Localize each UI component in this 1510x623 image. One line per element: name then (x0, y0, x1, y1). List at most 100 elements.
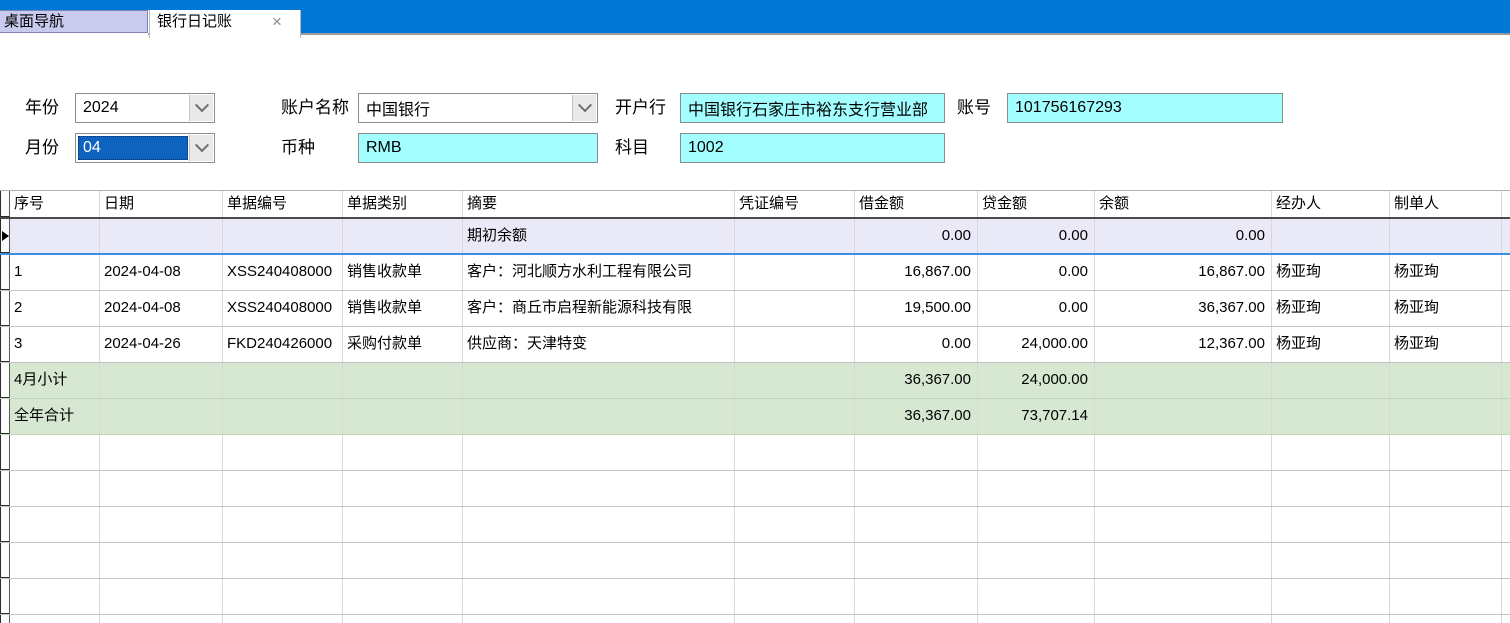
table-cell[interactable] (1272, 363, 1390, 398)
table-cell[interactable] (735, 291, 855, 326)
table-cell[interactable] (735, 219, 855, 253)
table-cell[interactable] (1272, 579, 1390, 614)
month-select[interactable]: 04 (75, 133, 215, 163)
table-cell[interactable]: 0.00 (978, 255, 1095, 290)
table-cell[interactable] (223, 435, 343, 470)
table-cell[interactable] (100, 399, 223, 434)
table-cell[interactable] (1390, 543, 1502, 578)
table-cell[interactable] (978, 507, 1095, 542)
table-cell[interactable] (10, 219, 100, 253)
table-cell[interactable] (1095, 435, 1272, 470)
table-cell[interactable] (343, 435, 463, 470)
column-header-1[interactable]: 序号 (10, 191, 100, 217)
table-cell[interactable]: 0.00 (1095, 219, 1272, 253)
year-input[interactable] (76, 94, 196, 122)
table-cell[interactable] (10, 435, 100, 470)
table-cell[interactable]: 客户：商丘市启程新能源科技有限 (463, 291, 735, 326)
table-cell[interactable] (855, 507, 978, 542)
table-cell[interactable]: 16,867.00 (855, 255, 978, 290)
table-cell[interactable] (343, 471, 463, 506)
table-cell[interactable]: XSS240408000 (223, 255, 343, 290)
table-cell[interactable]: 36,367.00 (855, 363, 978, 398)
table-cell[interactable] (10, 507, 100, 542)
table-cell[interactable]: 销售收款单 (343, 255, 463, 290)
table-cell[interactable]: 销售收款单 (343, 291, 463, 326)
table-cell[interactable]: 0.00 (978, 291, 1095, 326)
table-cell[interactable]: 1 (10, 255, 100, 290)
year-select[interactable] (75, 93, 215, 123)
table-cell[interactable]: 0.00 (978, 219, 1095, 253)
table-cell[interactable] (1095, 507, 1272, 542)
table-cell[interactable] (978, 471, 1095, 506)
table-cell[interactable] (223, 579, 343, 614)
table-cell[interactable] (1390, 471, 1502, 506)
table-cell[interactable] (1095, 363, 1272, 398)
table-cell[interactable] (1390, 435, 1502, 470)
table-cell[interactable] (1390, 399, 1502, 434)
table-cell[interactable]: 杨亚珣 (1390, 291, 1502, 326)
row-selector-cell[interactable] (0, 219, 10, 253)
table-cell[interactable] (735, 255, 855, 290)
table-cell[interactable] (463, 363, 735, 398)
month-selected-value[interactable]: 04 (78, 136, 188, 160)
column-header-6[interactable]: 凭证编号 (735, 191, 855, 217)
table-cell[interactable]: 24,000.00 (978, 327, 1095, 362)
column-header-5[interactable]: 摘要 (463, 191, 735, 217)
table-cell[interactable] (1390, 363, 1502, 398)
column-header-9[interactable]: 余额 (1095, 191, 1272, 217)
column-header-3[interactable]: 单据编号 (223, 191, 343, 217)
table-cell[interactable] (1390, 219, 1502, 253)
table-cell[interactable]: XSS240408000 (223, 291, 343, 326)
column-header-10[interactable]: 经办人 (1272, 191, 1390, 217)
year-dropdown-button[interactable] (189, 95, 213, 121)
table-cell[interactable] (735, 543, 855, 578)
table-cell[interactable] (463, 579, 735, 614)
row-selector-cell[interactable] (0, 399, 10, 434)
column-header-8[interactable]: 贷金额 (978, 191, 1095, 217)
table-cell[interactable] (100, 435, 223, 470)
tab-bank-daybook[interactable]: 银行日记账 × (149, 10, 301, 38)
month-dropdown-button[interactable] (189, 135, 213, 161)
table-cell[interactable] (463, 435, 735, 470)
table-cell[interactable]: 24,000.00 (978, 363, 1095, 398)
table-cell[interactable] (1390, 507, 1502, 542)
table-cell[interactable] (343, 399, 463, 434)
row-selector-cell[interactable] (0, 507, 10, 542)
table-cell[interactable] (223, 399, 343, 434)
close-icon[interactable]: × (268, 11, 286, 33)
table-cell[interactable]: 杨亚珣 (1272, 255, 1390, 290)
table-cell[interactable] (1272, 507, 1390, 542)
table-cell[interactable]: 期初余额 (463, 219, 735, 253)
table-cell[interactable] (1390, 579, 1502, 614)
table-cell[interactable] (1272, 471, 1390, 506)
table-cell[interactable] (735, 363, 855, 398)
table-cell[interactable] (223, 507, 343, 542)
row-selector-cell[interactable] (0, 435, 10, 470)
table-cell[interactable] (855, 543, 978, 578)
table-cell[interactable] (100, 219, 223, 253)
tab-desktop-navigation[interactable]: 桌面导航 (0, 10, 148, 33)
table-cell[interactable] (100, 471, 223, 506)
table-cell[interactable]: 16,867.00 (1095, 255, 1272, 290)
table-cell[interactable] (1095, 579, 1272, 614)
table-cell[interactable]: 杨亚珣 (1390, 255, 1502, 290)
table-cell[interactable] (10, 471, 100, 506)
table-cell[interactable] (343, 579, 463, 614)
table-cell[interactable] (463, 471, 735, 506)
table-cell[interactable] (855, 435, 978, 470)
table-cell[interactable] (100, 543, 223, 578)
column-header-11[interactable]: 制单人 (1390, 191, 1502, 217)
table-cell[interactable] (100, 507, 223, 542)
table-cell[interactable]: 3 (10, 327, 100, 362)
table-cell[interactable] (735, 471, 855, 506)
row-selector-cell[interactable] (0, 363, 10, 398)
table-cell[interactable]: 2 (10, 291, 100, 326)
account-no-field[interactable] (1007, 93, 1283, 123)
table-cell[interactable] (978, 579, 1095, 614)
row-selector-cell[interactable] (0, 291, 10, 326)
account-name-dropdown-button[interactable] (572, 95, 596, 121)
table-cell[interactable]: 19,500.00 (855, 291, 978, 326)
column-header-4[interactable]: 单据类别 (343, 191, 463, 217)
table-cell[interactable] (1095, 399, 1272, 434)
currency-field[interactable] (358, 133, 598, 163)
